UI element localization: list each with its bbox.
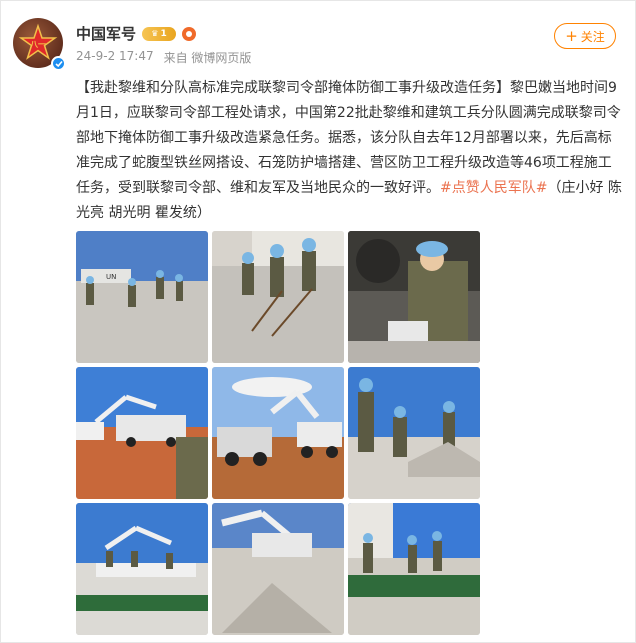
post-image-7[interactable] (76, 503, 208, 635)
follow-button[interactable]: + 关注 (554, 23, 616, 49)
plus-icon: + (565, 26, 578, 45)
post-image-8[interactable] (212, 503, 344, 635)
verified-icon (51, 56, 66, 71)
medal-icon[interactable] (182, 26, 197, 41)
image-grid: UN (76, 231, 481, 636)
author-name[interactable]: 中国军号 (76, 23, 136, 44)
weibo-post-card: 八一 中国军号 ♛ 1 24-9-2 17:47 来自 微博网页版 + 关注 【… (0, 0, 636, 643)
post-image-1[interactable]: UN (76, 231, 208, 363)
crown-icon: ♛ (151, 29, 159, 38)
post-image-4[interactable] (76, 367, 208, 499)
post-image-3[interactable] (348, 231, 480, 363)
post-timestamp[interactable]: 24-9-2 17:47 (76, 49, 154, 66)
post-image-6[interactable] (348, 367, 480, 499)
post-body: 【我赴黎维和分队高标准完成联黎司令部掩体防御工事升级改造任务】黎巴嫩当地时间9月… (76, 80, 621, 196)
post-image-9[interactable] (348, 503, 480, 635)
svg-text:八一: 八一 (29, 40, 46, 49)
post-source: 来自 微博网页版 (163, 51, 252, 65)
post-image-5[interactable] (212, 367, 344, 499)
vip-badge[interactable]: ♛ 1 (142, 26, 177, 41)
svg-text:UN: UN (106, 273, 116, 281)
post-image-2[interactable] (212, 231, 344, 363)
post-text: 【我赴黎维和分队高标准完成联黎司令部掩体防御工事升级改造任务】黎巴嫩当地时间9月… (76, 76, 624, 226)
follow-label: 关注 (580, 29, 605, 44)
vip-level: 1 (160, 28, 167, 39)
hashtag-link[interactable]: #点赞人民军队# (440, 180, 547, 196)
